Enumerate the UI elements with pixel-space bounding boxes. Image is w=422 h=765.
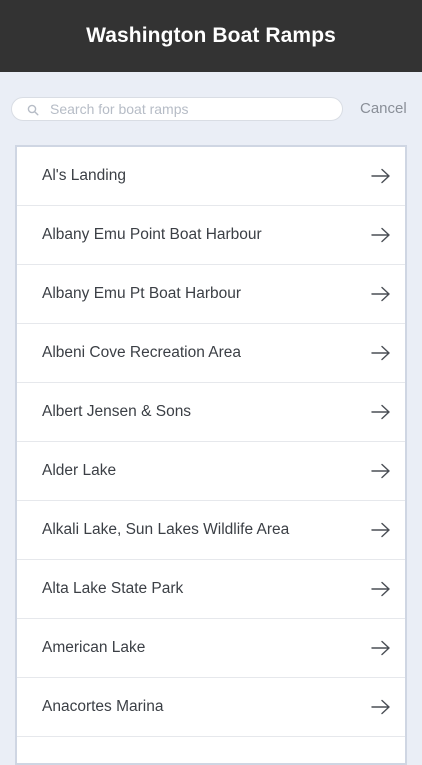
arrow-right-icon [371,463,390,479]
list-item-label: Al's Landing [42,167,126,184]
list-item[interactable]: Albeni Cove Recreation Area [17,324,405,383]
arrow-right-icon [371,581,390,597]
list-item-label: Albeni Cove Recreation Area [42,344,242,361]
arrow-right-icon [371,699,390,715]
search-icon [27,104,39,116]
list-item-label: Alta Lake State Park [42,580,184,597]
cancel-button[interactable]: Cancel [360,100,407,117]
list-item[interactable]: Albert Jensen & Sons [17,383,405,442]
search-field[interactable] [11,97,343,121]
list-item[interactable]: Alder Lake [17,442,405,501]
list-item-label: Alder Lake [42,462,117,479]
list-item[interactable]: Al's Landing [17,147,405,206]
list-item[interactable]: Albany Emu Pt Boat Harbour [17,265,405,324]
page-title: Washington Boat Ramps [86,24,336,47]
list-item-label: Albany Emu Point Boat Harbour [42,226,262,243]
arrow-right-icon [371,345,390,361]
list-item-label: Anacortes Marina [42,698,164,715]
list-item[interactable]: Alkali Lake, Sun Lakes Wildlife Area [17,501,405,560]
search-bar: Cancel [0,96,422,124]
arrow-right-icon [371,522,390,538]
list-item[interactable]: American Lake [17,619,405,678]
list-item-label: Alkali Lake, Sun Lakes Wildlife Area [42,521,290,538]
arrow-right-icon [371,227,390,243]
search-input[interactable] [50,100,330,118]
arrow-right-icon [371,404,390,420]
arrow-right-icon [371,640,390,656]
list-item[interactable]: Albany Emu Point Boat Harbour [17,206,405,265]
boat-ramp-list[interactable]: Al's Landing Albany Emu Point Boat Harbo… [15,145,407,765]
list-item[interactable]: Alta Lake State Park [17,560,405,619]
list-item-label: Albany Emu Pt Boat Harbour [42,285,242,302]
list-item[interactable]: Anacortes Marina [17,678,405,737]
list-item-label: American Lake [42,639,146,656]
list-item-label: Albert Jensen & Sons [42,403,192,420]
list-item-partial[interactable] [17,737,405,763]
arrow-right-icon [371,168,390,184]
arrow-right-icon [371,286,390,302]
app-header: Washington Boat Ramps [0,0,422,72]
